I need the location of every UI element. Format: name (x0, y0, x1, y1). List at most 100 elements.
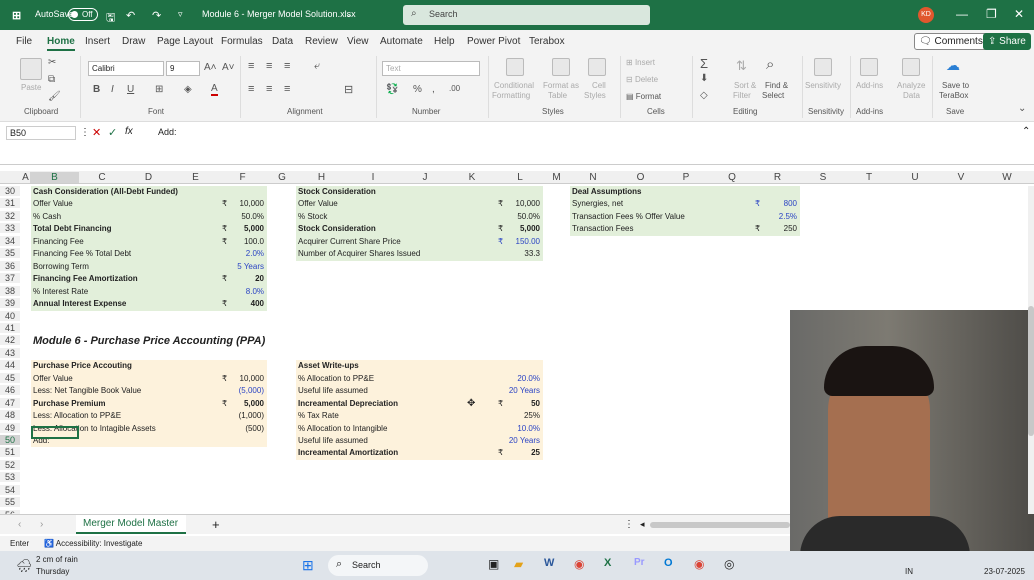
column-header-l[interactable]: L (495, 172, 545, 183)
customize-qat-icon[interactable]: ▿ (178, 9, 183, 20)
row-header-44[interactable]: 44 (0, 360, 20, 371)
cash-consideration-label[interactable]: Total Debt Financing (33, 224, 209, 233)
row-header-36[interactable]: 36 (0, 260, 20, 271)
column-header-k[interactable]: K (449, 172, 495, 183)
format-as-table-icon[interactable] (552, 58, 570, 76)
stock-consideration-label[interactable]: Number of Acquirer Shares Issued (298, 249, 485, 258)
cash-consideration-value[interactable]: 100.0 (225, 237, 264, 246)
column-header-s[interactable]: S (800, 172, 846, 183)
tab-insert[interactable]: Insert (85, 36, 110, 47)
align-bottom-icon[interactable]: ≡ (284, 60, 290, 72)
row-header-50[interactable]: 50 (0, 435, 20, 445)
app-icon[interactable]: ◎ (724, 557, 734, 571)
row-header-39[interactable]: 39 (0, 298, 20, 309)
file-name[interactable]: Module 6 - Merger Model Solution.xlsx (202, 9, 356, 19)
share-button[interactable]: ⇪ Share (983, 33, 1031, 50)
font-color-icon[interactable]: A (211, 83, 218, 96)
deal-assumptions-label[interactable]: Deal Assumptions (572, 187, 742, 196)
align-left-icon[interactable]: ≡ (248, 83, 254, 95)
tab-help[interactable]: Help (434, 36, 455, 47)
deal-assumptions-label[interactable]: Transaction Fees (572, 224, 742, 233)
next-sheet-icon[interactable]: › (40, 519, 43, 530)
borders-icon[interactable]: ⊞ (155, 84, 163, 95)
start-icon[interactable]: ⊞ (302, 557, 314, 574)
bold-icon[interactable]: B (93, 84, 100, 95)
asset-write-ups-label[interactable]: Useful life assumed (298, 436, 485, 445)
asset-write-ups-value[interactable]: 25% (501, 411, 540, 420)
task-view-icon[interactable]: ▣ (488, 557, 499, 571)
delete-cells-button[interactable]: ⊟ Delete (626, 75, 658, 84)
format-painter-icon[interactable]: 🖌 (48, 91, 61, 102)
tab-automate[interactable]: Automate (380, 36, 423, 47)
asset-write-ups-label[interactable]: % Allocation to Intangible (298, 424, 485, 433)
cash-consideration-value[interactable]: 5 Years (225, 262, 264, 271)
purchase-price-accounting-value[interactable]: (5,000) (225, 386, 264, 395)
column-header-f[interactable]: F (219, 172, 266, 183)
purchase-price-accounting-value[interactable]: 10,000 (225, 374, 264, 383)
row-header-37[interactable]: 37 (0, 273, 20, 284)
purchase-price-accounting-value[interactable]: (500) (225, 424, 264, 433)
stock-consideration-label[interactable]: % Stock (298, 212, 485, 221)
deal-assumptions-label[interactable]: Synergies, net (572, 199, 742, 208)
sort-filter-icon[interactable]: ⇅ (736, 58, 747, 74)
purchase-price-accounting-label[interactable]: Less: Net Tangible Book Value (33, 386, 209, 395)
tab-page-layout[interactable]: Page Layout (157, 36, 213, 47)
premiere-icon[interactable]: Pr (634, 557, 645, 568)
stock-consideration-label[interactable]: Offer Value (298, 199, 485, 208)
column-header-i[interactable]: I (345, 172, 401, 183)
align-center-icon[interactable]: ≡ (266, 83, 272, 95)
purchase-price-accounting-value[interactable]: (1,000) (225, 411, 264, 420)
row-header-51[interactable]: 51 (0, 447, 20, 458)
row-header-38[interactable]: 38 (0, 285, 20, 296)
tab-formulas[interactable]: Formulas (221, 36, 263, 47)
redo-icon[interactable]: ↷ (152, 9, 161, 22)
tab-view[interactable]: View (347, 36, 369, 47)
row-header-42[interactable]: 42 (0, 335, 20, 346)
asset-write-ups-label[interactable]: % Allocation to PP&E (298, 374, 485, 383)
stock-consideration-label[interactable]: Stock Consideration (298, 187, 485, 196)
chrome-icon[interactable]: ◉ (574, 557, 584, 571)
cash-consideration-label[interactable]: % Cash (33, 212, 209, 221)
tab-draw[interactable]: Draw (122, 36, 145, 47)
copy-icon[interactable]: ⧉ (48, 74, 55, 85)
comma-style-icon[interactable]: , (432, 84, 435, 95)
chevron-down-icon[interactable]: ⌄ (345, 9, 353, 20)
formula-input[interactable]: Add: (158, 127, 177, 137)
vertical-scrollbar[interactable] (1028, 186, 1034, 514)
asset-write-ups-value[interactable]: 20 Years (501, 436, 540, 445)
sheet-tab-merger-model-master[interactable]: Merger Model Master (76, 515, 186, 534)
cash-consideration-label[interactable]: Financing Fee (33, 237, 209, 246)
save-icon[interactable]: 🖫 (106, 9, 115, 28)
cash-consideration-value[interactable]: 8.0% (225, 287, 264, 296)
row-header-31[interactable]: 31 (0, 198, 20, 209)
column-header-g[interactable]: G (266, 172, 298, 183)
deal-assumptions-value[interactable]: 2.5% (758, 212, 797, 221)
undo-icon[interactable]: ↶ (126, 9, 135, 22)
cash-consideration-value[interactable]: 20 (225, 274, 264, 283)
cash-consideration-value[interactable]: 400 (225, 299, 264, 308)
expand-formula-icon[interactable]: ⌃ (1022, 126, 1030, 137)
align-right-icon[interactable]: ≡ (284, 83, 290, 95)
font-size-select[interactable]: 9 (166, 61, 200, 76)
purchase-price-accounting-label[interactable]: Purchase Price Accouting (33, 361, 209, 370)
asset-write-ups-label[interactable]: Increamental Amortization (298, 448, 485, 457)
restore-icon[interactable]: ❐ (986, 7, 997, 21)
decrease-font-icon[interactable]: A˅ (222, 62, 235, 73)
tab-home[interactable]: Home (47, 36, 75, 51)
weather-icon[interactable]: 🌧 (16, 558, 33, 574)
align-middle-icon[interactable]: ≡ (266, 60, 272, 72)
file-explorer-icon[interactable]: ▰ (514, 557, 523, 571)
column-header-j[interactable]: J (401, 172, 449, 183)
deal-assumptions-value[interactable]: 800 (758, 199, 797, 208)
column-header-q[interactable]: Q (709, 172, 755, 183)
column-header-d[interactable]: D (125, 172, 172, 183)
asset-write-ups-label[interactable]: Useful life assumed (298, 386, 485, 395)
cash-consideration-label[interactable]: Offer Value (33, 199, 209, 208)
row-header-45[interactable]: 45 (0, 372, 20, 383)
close-icon[interactable]: ✕ (1014, 7, 1024, 21)
cash-consideration-value[interactable]: 2.0% (225, 249, 264, 258)
cash-consideration-value[interactable]: 50.0% (225, 212, 264, 221)
prev-sheet-icon[interactable]: ‹ (18, 519, 21, 530)
increase-decimal-icon[interactable]: .00 (449, 84, 460, 93)
purchase-price-accounting-value[interactable]: 5,000 (225, 399, 264, 408)
